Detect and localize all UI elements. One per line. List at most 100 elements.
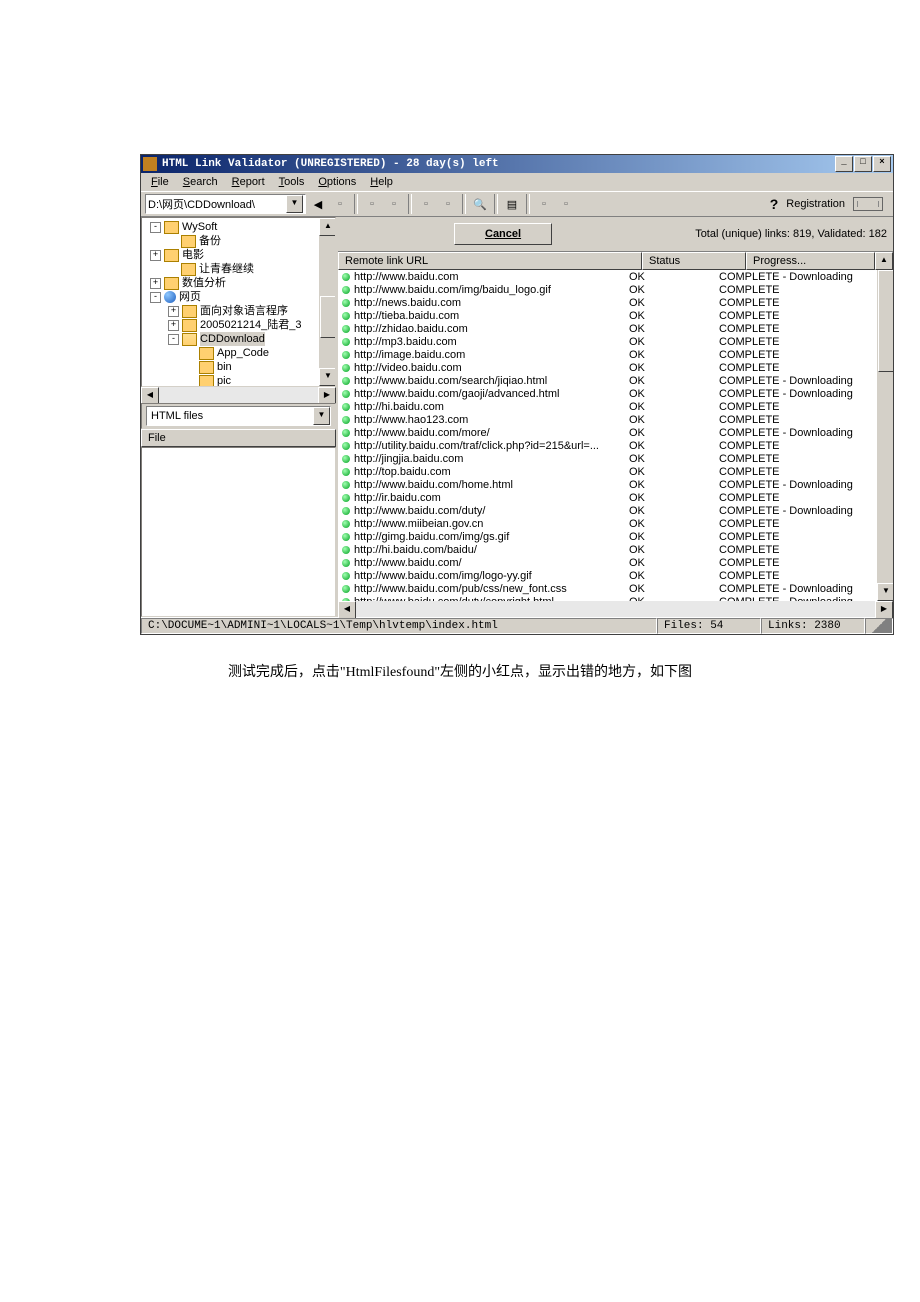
menu-options[interactable]: Options: [312, 174, 362, 190]
path-input[interactable]: D:\网页\CDDownload\ ▼: [145, 194, 306, 214]
link-row[interactable]: http://image.baidu.comOKCOMPLETE: [338, 348, 893, 361]
tree-item[interactable]: bin: [142, 360, 335, 374]
tb-btn-2[interactable]: ▫: [362, 194, 382, 214]
tree-hscroll[interactable]: ◀ ▶: [141, 387, 336, 403]
link-status: OK: [629, 544, 719, 556]
help-icon[interactable]: ?: [770, 196, 779, 212]
expand-toggle[interactable]: +: [150, 278, 161, 289]
link-progress: COMPLETE: [719, 297, 893, 309]
tree-item[interactable]: 备份: [142, 234, 335, 248]
link-row[interactable]: http://tieba.baidu.comOKCOMPLETE: [338, 309, 893, 322]
links-list[interactable]: http://www.baidu.comOKCOMPLETE - Downloa…: [338, 270, 893, 601]
link-row[interactable]: http://www.baidu.com/duty/OKCOMPLETE - D…: [338, 504, 893, 517]
expand-toggle[interactable]: -: [168, 334, 179, 345]
tb-btn-doc[interactable]: ▤: [502, 194, 522, 214]
files-list[interactable]: [141, 447, 336, 617]
menu-help[interactable]: Help: [364, 174, 399, 190]
menu-search[interactable]: Search: [177, 174, 224, 190]
tree-item[interactable]: -网页: [142, 290, 335, 304]
tb-btn-1[interactable]: ▫: [330, 194, 350, 214]
scroll-down-button[interactable]: ▼: [877, 583, 893, 601]
tree-item[interactable]: -CDDownload: [142, 332, 335, 346]
col-status-header[interactable]: Status: [642, 252, 746, 270]
menu-file[interactable]: File: [145, 174, 175, 190]
expand-toggle[interactable]: +: [150, 250, 161, 261]
link-row[interactable]: http://www.baidu.com/img/baidu_logo.gifO…: [338, 283, 893, 296]
tree-item[interactable]: App_Code: [142, 346, 335, 360]
filter-combobox[interactable]: HTML files ▼: [146, 406, 331, 426]
link-row[interactable]: http://www.hao123.comOKCOMPLETE: [338, 413, 893, 426]
link-row[interactable]: http://www.baidu.com/pub/css/new_font.cs…: [338, 582, 893, 595]
expand-toggle[interactable]: -: [150, 222, 161, 233]
folder-tree[interactable]: -WySoft备份+电影让青春继续+数值分析-网页+面向对象语言程序+20050…: [142, 218, 335, 387]
menu-report[interactable]: Report: [226, 174, 271, 190]
link-row[interactable]: http://www.baidu.com/more/OKCOMPLETE - D…: [338, 426, 893, 439]
scroll-up-button[interactable]: ▲: [319, 218, 336, 236]
scroll-up-button[interactable]: ▲: [875, 252, 893, 270]
path-dropdown-button[interactable]: ▼: [286, 195, 303, 213]
close-button[interactable]: ×: [873, 156, 891, 172]
scroll-down-button[interactable]: ▼: [319, 368, 336, 386]
tree-item[interactable]: pic: [142, 374, 335, 387]
tree-vscroll[interactable]: ▲ ▼: [319, 218, 335, 386]
tree-item[interactable]: +数值分析: [142, 276, 335, 290]
scroll-left-button[interactable]: ◀: [338, 601, 356, 619]
search-icon[interactable]: 🔍: [470, 194, 490, 214]
minimize-button[interactable]: _: [835, 156, 853, 172]
col-progress-header[interactable]: Progress...: [746, 252, 875, 270]
link-row[interactable]: http://www.baidu.com/img/logo-yy.gifOKCO…: [338, 569, 893, 582]
link-row[interactable]: http://www.baidu.comOKCOMPLETE - Downloa…: [338, 270, 893, 283]
expand-toggle[interactable]: +: [168, 306, 179, 317]
tree-item[interactable]: +2005021214_陆君_3: [142, 318, 335, 332]
scroll-thumb[interactable]: [320, 296, 336, 338]
link-row[interactable]: http://utility.baidu.com/traf/click.php?…: [338, 439, 893, 452]
expand-toggle[interactable]: -: [150, 292, 161, 303]
maximize-button[interactable]: □: [854, 156, 872, 172]
link-row[interactable]: http://gimg.baidu.com/img/gs.gifOKCOMPLE…: [338, 530, 893, 543]
scroll-thumb[interactable]: [878, 270, 893, 372]
link-row[interactable]: http://top.baidu.comOKCOMPLETE: [338, 465, 893, 478]
link-row[interactable]: http://www.baidu.com/search/jiqiao.htmlO…: [338, 374, 893, 387]
link-row[interactable]: http://video.baidu.comOKCOMPLETE: [338, 361, 893, 374]
link-row[interactable]: http://www.baidu.com/OKCOMPLETE: [338, 556, 893, 569]
cancel-button[interactable]: Cancel: [454, 223, 552, 245]
link-progress: COMPLETE - Downloading: [719, 479, 893, 491]
link-progress: COMPLETE: [719, 284, 893, 296]
tree-item[interactable]: +电影: [142, 248, 335, 262]
link-row[interactable]: http://hi.baidu.com/baidu/OKCOMPLETE: [338, 543, 893, 556]
link-row[interactable]: http://www.miibeian.gov.cnOKCOMPLETE: [338, 517, 893, 530]
tb-btn-4[interactable]: ▫: [416, 194, 436, 214]
file-column-header[interactable]: File: [141, 429, 336, 447]
titlebar[interactable]: HTML Link Validator (UNREGISTERED) - 28 …: [141, 155, 893, 173]
link-row[interactable]: http://news.baidu.comOKCOMPLETE: [338, 296, 893, 309]
link-row[interactable]: http://www.baidu.com/gaoji/advanced.html…: [338, 387, 893, 400]
link-row[interactable]: http://mp3.baidu.comOKCOMPLETE: [338, 335, 893, 348]
menu-tools[interactable]: Tools: [273, 174, 311, 190]
resize-grip[interactable]: [865, 618, 893, 634]
globe-icon: [164, 291, 176, 303]
link-row[interactable]: http://hi.baidu.comOKCOMPLETE: [338, 400, 893, 413]
list-hscroll[interactable]: ◀ ▶: [338, 601, 893, 617]
filter-dropdown-button[interactable]: ▼: [313, 407, 330, 425]
col-url-header[interactable]: Remote link URL: [338, 252, 642, 270]
tb-btn-6[interactable]: ▫: [534, 194, 554, 214]
link-row[interactable]: http://ir.baidu.comOKCOMPLETE: [338, 491, 893, 504]
ticket-icon[interactable]: [853, 197, 883, 211]
stats-label: Total (unique) links: 819, Validated: 18…: [695, 228, 887, 240]
tree-item[interactable]: -WySoft: [142, 220, 335, 234]
link-row[interactable]: http://zhidao.baidu.comOKCOMPLETE: [338, 322, 893, 335]
list-vscroll[interactable]: ▼: [877, 270, 893, 601]
registration-link[interactable]: Registration: [786, 198, 845, 210]
tb-btn-5[interactable]: ▫: [438, 194, 458, 214]
link-row[interactable]: http://www.baidu.com/duty/copyright.html…: [338, 595, 893, 601]
tree-item[interactable]: 让青春继续: [142, 262, 335, 276]
tb-btn-3[interactable]: ▫: [384, 194, 404, 214]
back-button[interactable]: ◀: [308, 194, 328, 214]
link-row[interactable]: http://jingjia.baidu.comOKCOMPLETE: [338, 452, 893, 465]
link-url: http://www.miibeian.gov.cn: [354, 518, 629, 530]
tree-item[interactable]: +面向对象语言程序: [142, 304, 335, 318]
scroll-right-button[interactable]: ▶: [875, 601, 893, 619]
link-row[interactable]: http://www.baidu.com/home.htmlOKCOMPLETE…: [338, 478, 893, 491]
expand-toggle[interactable]: +: [168, 320, 179, 331]
tb-btn-7[interactable]: ▫: [556, 194, 576, 214]
